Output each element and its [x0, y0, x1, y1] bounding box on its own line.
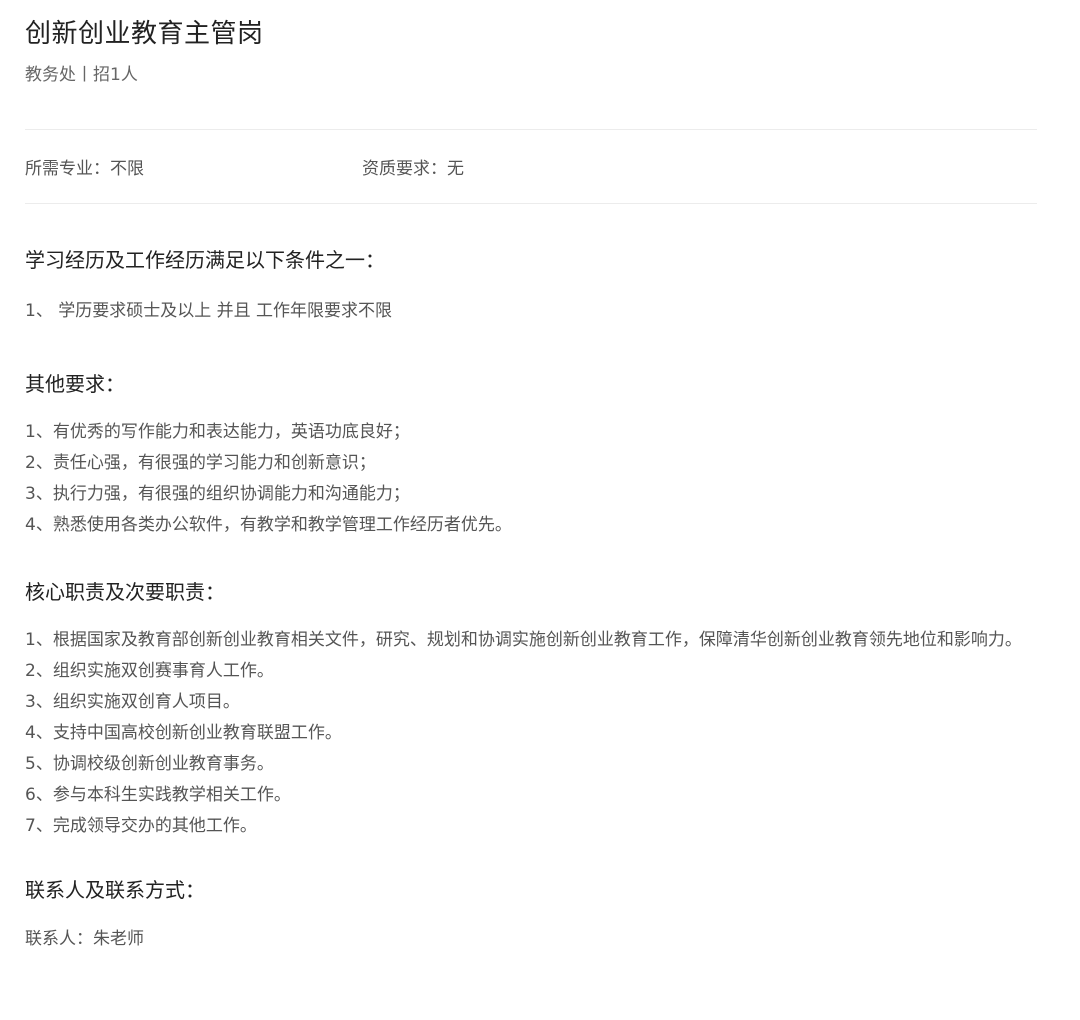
- list-item: 4、支持中国高校创新创业教育联盟工作。: [25, 723, 342, 743]
- list-item: 4、熟悉使用各类办公软件，有教学和教学管理工作经历者优先。: [25, 515, 512, 535]
- other-requirements-list: 1、有优秀的写作能力和表达能力，英语功底良好； 2、责任心强，有很强的学习能力和…: [25, 417, 1037, 541]
- section-heading-education: 学习经历及工作经历满足以下条件之一：: [25, 248, 385, 272]
- education-list: 1、 学历要求硕士及以上 并且 工作年限要求不限: [25, 296, 1037, 327]
- divider-bottom: [25, 203, 1037, 204]
- contact-person: 联系人：朱老师: [25, 929, 144, 949]
- list-item: 3、执行力强，有很强的组织协调能力和沟通能力；: [25, 484, 410, 504]
- job-posting: 创新创业教育主管岗 教务处丨招1人 所需专业：不限 资质要求：无 学习经历及工作…: [0, 0, 1080, 1020]
- list-item: 3、组织实施双创育人项目。: [25, 692, 240, 712]
- qualification-requirement: 资质要求：无: [362, 159, 464, 179]
- list-item: 1、根据国家及教育部创新创业教育相关文件，研究、规划和协调实施创新创业教育工作，…: [25, 630, 1022, 650]
- section-heading-contact: 联系人及联系方式：: [25, 878, 205, 902]
- job-title: 创新创业教育主管岗: [25, 19, 264, 49]
- list-item: 1、有优秀的写作能力和表达能力，英语功底良好；: [25, 422, 410, 442]
- education-section: 学习经历及工作经历满足以下条件之一： 1、 学历要求硕士及以上 并且 工作年限要…: [25, 246, 1037, 327]
- contact-list: 联系人：朱老师: [25, 924, 1037, 955]
- contact-section: 联系人及联系方式： 联系人：朱老师: [25, 876, 1037, 955]
- section-heading-other: 其他要求：: [25, 372, 125, 396]
- requirements-row: 所需专业：不限 资质要求：无: [25, 130, 1037, 203]
- list-item: 1、 学历要求硕士及以上 并且 工作年限要求不限: [25, 301, 393, 321]
- duties-list: 1、根据国家及教育部创新创业教育相关文件，研究、规划和协调实施创新创业教育工作，…: [25, 625, 1037, 842]
- other-requirements-section: 其他要求： 1、有优秀的写作能力和表达能力，英语功底良好； 2、责任心强，有很强…: [25, 370, 1037, 541]
- duties-section: 核心职责及次要职责： 1、根据国家及教育部创新创业教育相关文件，研究、规划和协调…: [25, 578, 1037, 842]
- list-item: 5、协调校级创新创业教育事务。: [25, 754, 274, 774]
- list-item: 2、责任心强，有很强的学习能力和创新意识；: [25, 453, 376, 473]
- list-item: 7、完成领导交办的其他工作。: [25, 816, 257, 836]
- required-major: 所需专业：不限: [25, 159, 144, 179]
- job-meta: 教务处丨招1人: [25, 65, 138, 85]
- section-heading-duties: 核心职责及次要职责：: [25, 580, 225, 604]
- list-item: 2、组织实施双创赛事育人工作。: [25, 661, 274, 681]
- list-item: 6、参与本科生实践教学相关工作。: [25, 785, 291, 805]
